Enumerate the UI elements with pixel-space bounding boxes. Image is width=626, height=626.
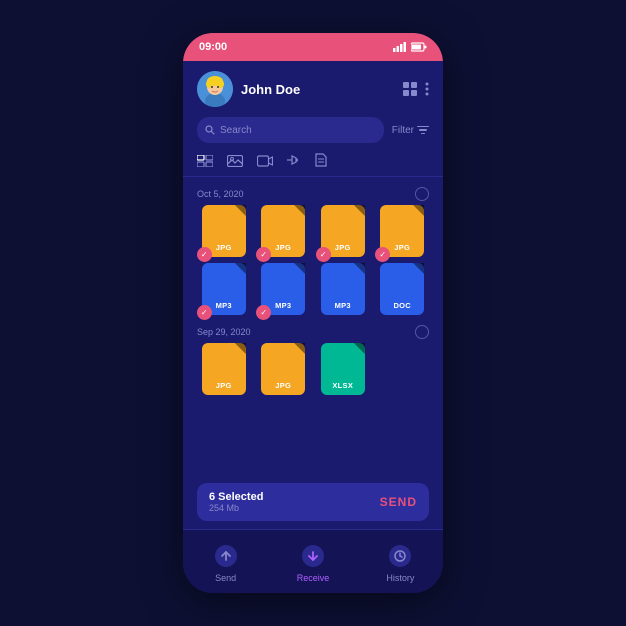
tab-doc[interactable] <box>315 153 327 170</box>
history-nav-icon <box>386 542 414 570</box>
search-box[interactable]: Search <box>197 117 384 143</box>
tab-audio[interactable] <box>287 153 301 170</box>
filter-button[interactable]: Filter <box>392 125 429 136</box>
tab-video[interactable] <box>257 154 273 170</box>
file-list: Oct 5, 2020 JPG ✓ JPG ✓ <box>183 177 443 479</box>
nav-tab-history[interactable]: History <box>386 542 414 583</box>
phone-body: John Doe <box>183 61 443 593</box>
send-button[interactable]: SEND <box>380 495 417 509</box>
file-item[interactable]: JPG ✓ <box>376 205 430 257</box>
tab-all[interactable] <box>197 154 213 170</box>
selection-count: 6 Selected <box>209 491 263 503</box>
search-icon <box>205 125 215 135</box>
status-bar: 09:00 <box>183 33 443 61</box>
nav-tab-send[interactable]: Send <box>212 542 240 583</box>
avatar <box>197 71 233 107</box>
file-item[interactable]: JPG ✓ <box>197 205 251 257</box>
type-tabs <box>183 147 443 177</box>
file-item[interactable]: DOC <box>376 263 430 315</box>
filter-icon <box>417 125 429 135</box>
nav-label-send: Send <box>215 573 236 583</box>
receive-nav-icon <box>299 542 327 570</box>
empty-slot <box>376 343 420 395</box>
more-icon[interactable] <box>425 82 429 96</box>
date-label-2: Sep 29, 2020 <box>197 327 251 337</box>
nav-tabs: Send Receive <box>183 538 443 583</box>
nav-label-history: History <box>386 573 414 583</box>
selection-bar: 6 Selected 254 Mb SEND <box>197 483 429 521</box>
grid-icon[interactable] <box>403 82 417 96</box>
filter-label: Filter <box>392 125 414 136</box>
file-item[interactable]: MP3 ✓ <box>257 263 311 315</box>
file-item[interactable]: XLSX <box>316 343 370 395</box>
phone-frame: 09:00 <box>183 33 443 593</box>
date-label-1: Oct 5, 2020 <box>197 189 244 199</box>
tab-image[interactable] <box>227 154 243 170</box>
user-name: John Doe <box>241 82 395 97</box>
send-nav-icon <box>212 542 240 570</box>
files-grid-1: JPG ✓ JPG ✓ JPG ✓ <box>197 205 429 315</box>
file-item[interactable]: JPG ✓ <box>257 205 311 257</box>
date-row-1: Oct 5, 2020 <box>197 181 429 205</box>
status-time: 09:00 <box>199 41 227 53</box>
file-item[interactable]: JPG ✓ <box>316 205 370 257</box>
selection-size: 254 Mb <box>209 503 263 513</box>
file-item[interactable]: MP3 <box>316 263 370 315</box>
selection-info: 6 Selected 254 Mb <box>209 491 263 513</box>
battery-icon <box>411 42 427 52</box>
file-item[interactable]: JPG <box>197 343 251 395</box>
date-select-1[interactable] <box>415 187 429 201</box>
bottom-nav: Send Receive <box>183 529 443 593</box>
file-item[interactable]: MP3 ✓ <box>197 263 251 315</box>
date-row-2: Sep 29, 2020 <box>197 319 429 343</box>
date-select-2[interactable] <box>415 325 429 339</box>
files-grid-2: JPG JPG XLSX <box>197 343 429 395</box>
header: John Doe <box>183 61 443 113</box>
nav-tab-receive[interactable]: Receive <box>297 542 330 583</box>
status-icons <box>393 42 427 52</box>
file-item[interactable]: JPG <box>257 343 311 395</box>
signal-icon <box>393 42 407 52</box>
search-row: Search Filter <box>183 113 443 147</box>
nav-label-receive: Receive <box>297 573 330 583</box>
search-placeholder: Search <box>220 125 252 136</box>
header-icons <box>403 82 429 96</box>
